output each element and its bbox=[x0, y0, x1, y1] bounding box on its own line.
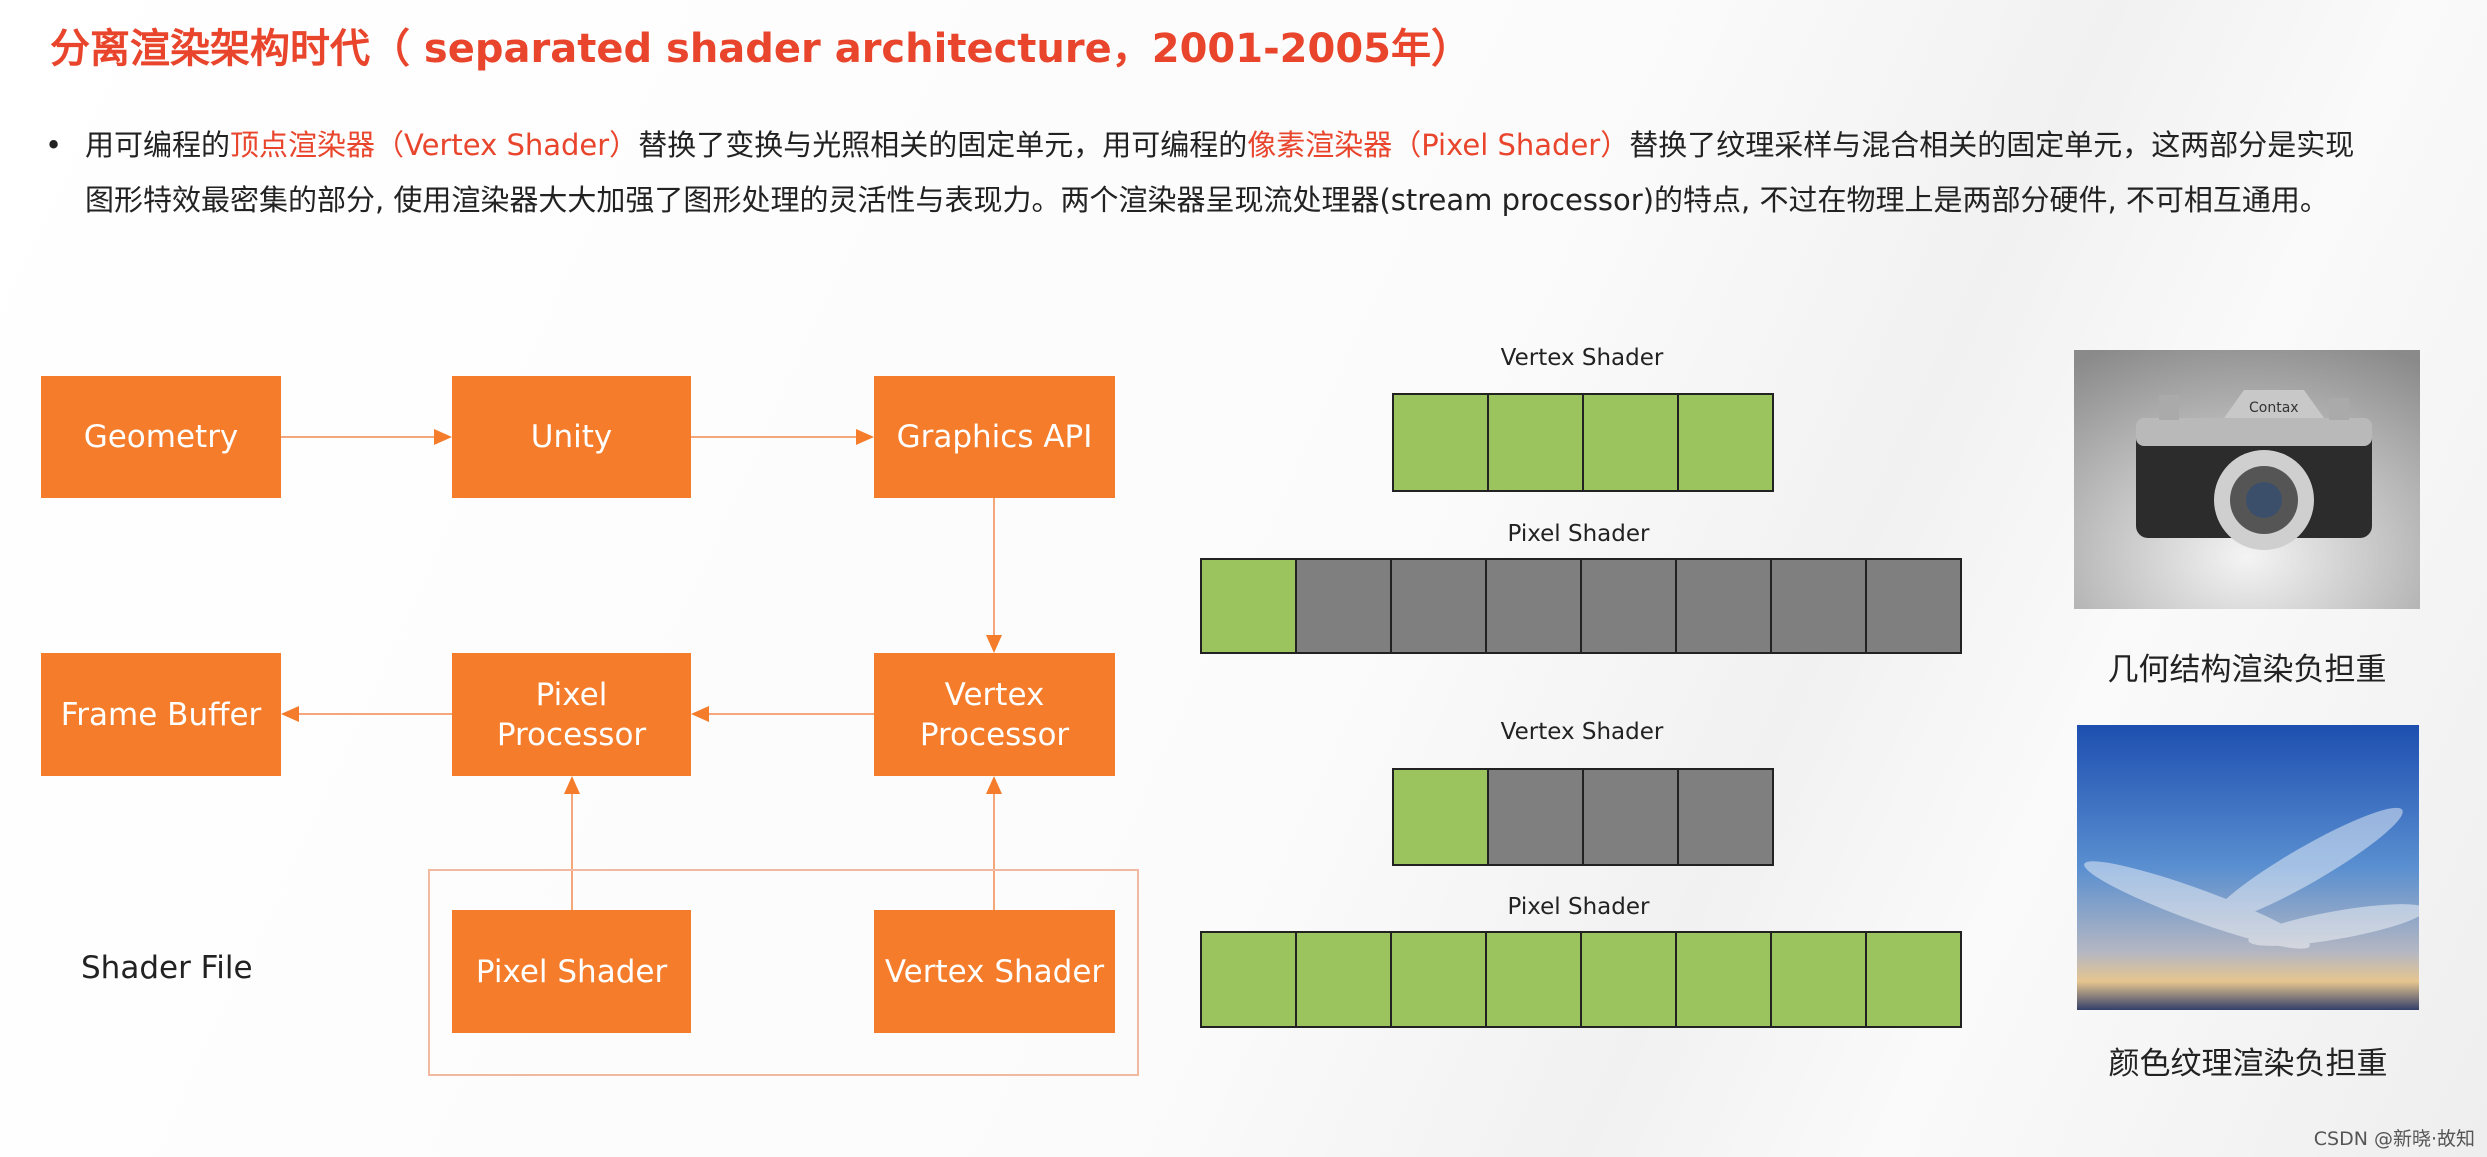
idle-unit-cell bbox=[1487, 560, 1582, 652]
busy-unit-cell bbox=[1202, 933, 1297, 1026]
idle-unit-cell bbox=[1679, 770, 1772, 864]
busy-unit-cell bbox=[1202, 560, 1297, 652]
geometry-box: Geometry bbox=[41, 376, 281, 498]
shader-file-label: Shader File bbox=[81, 950, 253, 986]
busy-unit-cell bbox=[1582, 933, 1677, 1026]
sky-caption: 颜色纹理渲染负担重 bbox=[2108, 1046, 2388, 1082]
row-label: Pixel Shader bbox=[1507, 894, 1650, 920]
pixel-shader-box: Pixel Shader bbox=[452, 910, 691, 1033]
camera-caption: 几何结构渲染负担重 bbox=[2107, 652, 2387, 688]
vertex-load-row-2 bbox=[1392, 768, 1774, 866]
sky-photo bbox=[2077, 725, 2419, 1010]
row-label: Pixel Shader bbox=[1507, 521, 1650, 547]
pixel-processor-box: Pixel Processor bbox=[452, 653, 691, 776]
watermark: CSDN @新晓·故知 bbox=[2313, 1128, 2475, 1150]
idle-unit-cell bbox=[1584, 770, 1679, 864]
busy-unit-cell bbox=[1489, 395, 1584, 490]
idle-unit-cell bbox=[1867, 560, 1960, 652]
idle-unit-cell bbox=[1297, 560, 1392, 652]
pixel-load-row-1 bbox=[1200, 558, 1962, 654]
pixel-load-row-2 bbox=[1200, 931, 1962, 1028]
vertex-shader-box: Vertex Shader bbox=[874, 910, 1115, 1033]
row-label: Vertex Shader bbox=[1500, 719, 1664, 745]
vertex-load-row-1 bbox=[1392, 393, 1774, 492]
busy-unit-cell bbox=[1867, 933, 1960, 1026]
busy-unit-cell bbox=[1392, 933, 1487, 1026]
idle-unit-cell bbox=[1772, 560, 1867, 652]
busy-unit-cell bbox=[1772, 933, 1867, 1026]
camera-brand-text: Contax bbox=[2249, 400, 2299, 416]
busy-unit-cell bbox=[1487, 933, 1582, 1026]
unity-box: Unity bbox=[452, 376, 691, 498]
busy-unit-cell bbox=[1679, 395, 1772, 490]
frame-buffer-box: Frame Buffer bbox=[41, 653, 281, 776]
busy-unit-cell bbox=[1584, 395, 1679, 490]
busy-unit-cell bbox=[1394, 770, 1489, 864]
row-label: Vertex Shader bbox=[1500, 345, 1664, 371]
busy-unit-cell bbox=[1394, 395, 1489, 490]
vertex-processor-box: Vertex Processor bbox=[874, 653, 1115, 776]
idle-unit-cell bbox=[1582, 560, 1677, 652]
highlight-pixel-shader: 像素渲染器（Pixel Shader） bbox=[1247, 128, 1630, 162]
graphics-api-box: Graphics API bbox=[874, 376, 1115, 498]
camera-photo: Contax bbox=[2074, 350, 2420, 609]
idle-unit-cell bbox=[1392, 560, 1487, 652]
idle-unit-cell bbox=[1677, 560, 1772, 652]
busy-unit-cell bbox=[1677, 933, 1772, 1026]
busy-unit-cell bbox=[1297, 933, 1392, 1026]
idle-unit-cell bbox=[1489, 770, 1584, 864]
